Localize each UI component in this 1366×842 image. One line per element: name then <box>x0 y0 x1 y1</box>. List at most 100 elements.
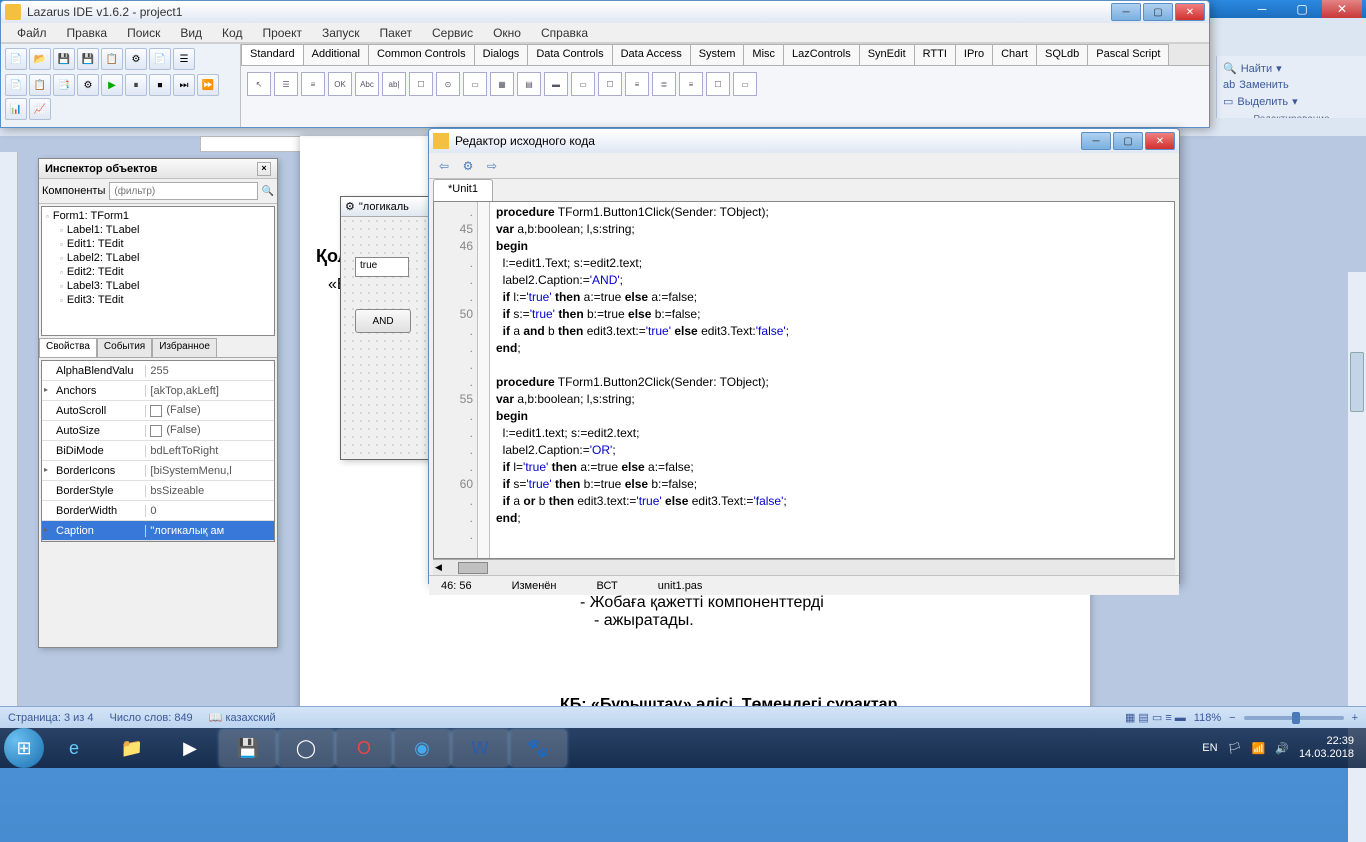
status-lang[interactable]: 📖 казахский <box>209 711 276 724</box>
palette-tab-pascalscript[interactable]: Pascal Script <box>1087 44 1169 65</box>
task-ie[interactable]: e <box>46 730 102 766</box>
menu-Проект[interactable]: Проект <box>254 24 310 42</box>
menu-Файл[interactable]: Файл <box>9 24 55 42</box>
word-maximize[interactable]: ▢ <box>1282 0 1322 18</box>
tree-item[interactable]: Label2: TLabel <box>44 251 272 265</box>
toolbtn-4[interactable]: 📋 <box>101 48 123 70</box>
task-save[interactable]: 💾 <box>220 730 276 766</box>
component-tree[interactable]: Form1: TForm1Label1: TLabelEdit1: TEditL… <box>41 206 275 336</box>
nav-back-icon[interactable]: ⇦ <box>435 157 453 175</box>
status-page[interactable]: Страница: 3 из 4 <box>8 712 94 724</box>
palette-tab-dataaccess[interactable]: Data Access <box>612 44 691 65</box>
palette-comp-2[interactable]: ≡ <box>301 72 325 96</box>
palette-tab-system[interactable]: System <box>690 44 745 65</box>
status-words[interactable]: Число слов: 849 <box>110 712 193 724</box>
property-grid[interactable]: AlphaBlendValu255Anchors[akTop,akLeft]Au… <box>41 360 275 542</box>
tree-item[interactable]: Edit2: TEdit <box>44 265 272 279</box>
component-filter[interactable] <box>109 182 257 200</box>
zoom-label[interactable]: 118% <box>1194 712 1221 724</box>
menu-Справка[interactable]: Справка <box>533 24 596 42</box>
inspector-title[interactable]: Инспектор объектов × <box>39 159 277 179</box>
tray-lang[interactable]: EN <box>1202 742 1217 754</box>
task-explorer[interactable]: 📁 <box>104 730 160 766</box>
inspector-pin-icon[interactable]: × <box>257 162 271 176</box>
palette-tab-sqldb[interactable]: SQLdb <box>1036 44 1088 65</box>
toolbtn-15[interactable]: ⏹ <box>149 74 171 96</box>
toolbtn-12[interactable]: ⚙ <box>77 74 99 96</box>
palette-tab-misc[interactable]: Misc <box>743 44 784 65</box>
palette-comp-9[interactable]: ▦ <box>490 72 514 96</box>
toolbtn-1[interactable]: 📂 <box>29 48 51 70</box>
word-minimize[interactable]: ─ <box>1242 0 1282 18</box>
menu-Сервис[interactable]: Сервис <box>424 24 481 42</box>
palette-comp-17[interactable]: ☐ <box>706 72 730 96</box>
toolbtn-0[interactable]: 📄 <box>5 48 27 70</box>
form-canvas[interactable]: true AND <box>341 217 429 457</box>
prop-BorderStyle[interactable]: BorderStylebsSizeable <box>42 481 274 501</box>
palette-tab-additional[interactable]: Additional <box>303 44 369 65</box>
task-chrome[interactable]: ◯ <box>278 730 334 766</box>
view-buttons[interactable]: ▦ ▤ ▭ ≡ ▬ <box>1125 711 1186 724</box>
code-text[interactable]: procedure TForm1.Button1Click(Sender: TO… <box>490 202 1174 558</box>
palette-comp-0[interactable]: ↖ <box>247 72 271 96</box>
src-close[interactable]: ✕ <box>1145 132 1175 150</box>
and-button[interactable]: AND <box>355 309 411 333</box>
fold-gutter[interactable] <box>478 202 490 558</box>
palette-tab-rtti[interactable]: RTTI <box>914 44 956 65</box>
palette-tab-commoncontrols[interactable]: Common Controls <box>368 44 475 65</box>
toolbtn-9[interactable]: 📄 <box>5 74 27 96</box>
code-area[interactable]: .4546...50....55....60... procedure TFor… <box>433 201 1175 559</box>
insp-tab-1[interactable]: События <box>97 338 152 357</box>
system-tray[interactable]: EN 🏳 📶 🔊 22:39 14.03.2018 <box>1202 735 1362 761</box>
palette-comp-4[interactable]: Abc <box>355 72 379 96</box>
task-lazarus[interactable]: 🐾 <box>510 730 566 766</box>
tray-flag-icon[interactable]: 🏳 <box>1228 742 1242 755</box>
palette-comp-3[interactable]: OK <box>328 72 352 96</box>
source-tab-unit1[interactable]: *Unit1 <box>433 179 493 201</box>
toolbtn-19[interactable]: 📈 <box>29 98 51 120</box>
menu-Пакет[interactable]: Пакет <box>372 24 420 42</box>
zoom-in[interactable]: + <box>1352 712 1358 724</box>
src-maximize[interactable]: ▢ <box>1113 132 1143 150</box>
palette-comp-10[interactable]: ▤ <box>517 72 541 96</box>
filter-clear-icon[interactable]: 🔍 <box>262 186 274 197</box>
toolbtn-16[interactable]: ⏭ <box>173 74 195 96</box>
menu-Правка[interactable]: Правка <box>59 24 116 42</box>
source-titlebar[interactable]: Редактор исходного кода ─ ▢ ✕ <box>429 129 1179 153</box>
laz-minimize[interactable]: ─ <box>1111 3 1141 21</box>
palette-tab-ipro[interactable]: IPro <box>955 44 993 65</box>
palette-comp-8[interactable]: ▭ <box>463 72 487 96</box>
menu-Запуск[interactable]: Запуск <box>314 24 368 42</box>
palette-tab-synedit[interactable]: SynEdit <box>859 44 915 65</box>
nav-fwd-icon[interactable]: ⚙ <box>459 157 477 175</box>
toolbtn-11[interactable]: 📑 <box>53 74 75 96</box>
src-minimize[interactable]: ─ <box>1081 132 1111 150</box>
palette-tab-lazcontrols[interactable]: LazControls <box>783 44 860 65</box>
tray-clock[interactable]: 22:39 14.03.2018 <box>1299 735 1354 761</box>
tree-item[interactable]: Label3: TLabel <box>44 279 272 293</box>
prop-AlphaBlendValu[interactable]: AlphaBlendValu255 <box>42 361 274 381</box>
tree-item[interactable]: Edit1: TEdit <box>44 237 272 251</box>
palette-tab-dialogs[interactable]: Dialogs <box>474 44 529 65</box>
palette-tab-standard[interactable]: Standard <box>241 44 304 65</box>
toolbtn-6[interactable]: 📄 <box>149 48 171 70</box>
palette-comp-6[interactable]: ☐ <box>409 72 433 96</box>
laz-close[interactable]: ✕ <box>1175 3 1205 21</box>
horizontal-scrollbar[interactable]: ◀ <box>433 559 1175 575</box>
menu-Окно[interactable]: Окно <box>485 24 529 42</box>
menu-Поиск[interactable]: Поиск <box>119 24 168 42</box>
palette-tab-datacontrols[interactable]: Data Controls <box>527 44 612 65</box>
toolbtn-10[interactable]: 📋 <box>29 74 51 96</box>
palette-comp-1[interactable]: ☰ <box>274 72 298 96</box>
tree-item[interactable]: Edit3: TEdit <box>44 293 272 307</box>
toolbtn-3[interactable]: 💾 <box>77 48 99 70</box>
prop-BiDiMode[interactable]: BiDiModebdLeftToRight <box>42 441 274 461</box>
palette-comp-5[interactable]: ab| <box>382 72 406 96</box>
select-button[interactable]: ▭ Выделить ▾ <box>1221 93 1362 110</box>
tree-item[interactable]: Form1: TForm1 <box>44 209 272 223</box>
prop-AutoSize[interactable]: AutoSize(False) <box>42 421 274 441</box>
tray-vol-icon[interactable]: 🔊 <box>1275 742 1289 755</box>
nav-next-icon[interactable]: ⇨ <box>483 157 501 175</box>
palette-comp-12[interactable]: ▭ <box>571 72 595 96</box>
toolbtn-7[interactable]: ☰ <box>173 48 195 70</box>
